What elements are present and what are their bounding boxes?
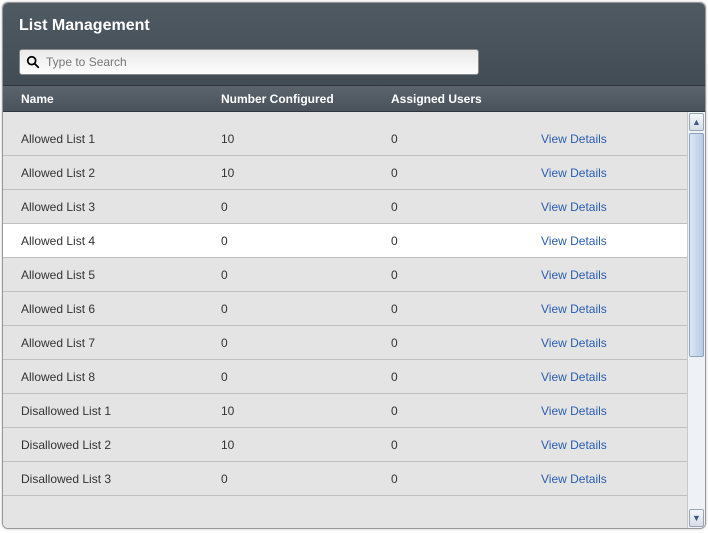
cell-name: Disallowed List 3	[21, 472, 221, 486]
view-details-link[interactable]: View Details	[541, 404, 607, 418]
view-details-link[interactable]: View Details	[541, 438, 607, 452]
cell-assigned-users: 0	[391, 438, 541, 452]
view-details-link[interactable]: View Details	[541, 302, 607, 316]
table-row[interactable]: Allowed List 700View Details	[3, 326, 687, 360]
table-row[interactable]: Disallowed List 300View Details	[3, 462, 687, 496]
cell-name: Allowed List 4	[21, 234, 221, 248]
view-details-link[interactable]: View Details	[541, 234, 607, 248]
cell-number-configured: 0	[221, 200, 391, 214]
cell-name: Allowed List 1	[21, 132, 221, 146]
cell-assigned-users: 0	[391, 200, 541, 214]
cell-assigned-users: 0	[391, 302, 541, 316]
table-row[interactable]: Allowed List 2100View Details	[3, 156, 687, 190]
cell-number-configured: 0	[221, 370, 391, 384]
cell-number-configured: 0	[221, 336, 391, 350]
table-row[interactable]: Allowed List 600View Details	[3, 292, 687, 326]
cell-number-configured: 0	[221, 234, 391, 248]
cell-assigned-users: 0	[391, 404, 541, 418]
cell-number-configured: 0	[221, 268, 391, 282]
cell-name: Allowed List 2	[21, 166, 221, 180]
cell-assigned-users: 0	[391, 166, 541, 180]
view-details-link[interactable]: View Details	[541, 268, 607, 282]
view-details-link[interactable]: View Details	[541, 166, 607, 180]
table-row[interactable]: Allowed List 300View Details	[3, 190, 687, 224]
search-icon	[26, 55, 40, 69]
list-management-panel: List Management Name Number Configured A…	[2, 2, 706, 529]
cell-assigned-users: 0	[391, 336, 541, 350]
search-input[interactable]	[40, 55, 472, 69]
scroll-thumb[interactable]	[689, 133, 704, 357]
view-details-link[interactable]: View Details	[541, 472, 607, 486]
cell-assigned-users: 0	[391, 234, 541, 248]
cell-number-configured: 10	[221, 132, 391, 146]
cell-name: Allowed List 5	[21, 268, 221, 282]
view-details-link[interactable]: View Details	[541, 370, 607, 384]
cell-number-configured: 10	[221, 404, 391, 418]
view-details-link[interactable]: View Details	[541, 132, 607, 146]
cell-assigned-users: 0	[391, 268, 541, 282]
col-header-number-configured[interactable]: Number Configured	[221, 92, 391, 106]
scrollbar[interactable]: ▲ ▼	[687, 112, 705, 528]
table-row[interactable]: Allowed List 1100View Details	[3, 122, 687, 156]
table-row[interactable]: Disallowed List 1100View Details	[3, 394, 687, 428]
col-header-assigned-users[interactable]: Assigned Users	[391, 92, 541, 106]
cell-number-configured: 0	[221, 302, 391, 316]
cell-name: Allowed List 6	[21, 302, 221, 316]
view-details-link[interactable]: View Details	[541, 200, 607, 214]
cell-assigned-users: 0	[391, 370, 541, 384]
table-row[interactable]: Allowed List 800View Details	[3, 360, 687, 394]
cell-name: Disallowed List 1	[21, 404, 221, 418]
cell-name: Allowed List 3	[21, 200, 221, 214]
scroll-track[interactable]	[689, 133, 704, 507]
view-details-link[interactable]: View Details	[541, 336, 607, 350]
scroll-down-button[interactable]: ▼	[689, 509, 704, 527]
page-title: List Management	[19, 17, 689, 35]
table-row[interactable]: Allowed List 500View Details	[3, 258, 687, 292]
scroll-up-button[interactable]: ▲	[689, 113, 704, 131]
cell-number-configured: 0	[221, 472, 391, 486]
table-rows: Allowed List 1100View DetailsAllowed Lis…	[3, 112, 687, 528]
table-row[interactable]: Allowed List 400View Details	[3, 224, 687, 258]
cell-assigned-users: 0	[391, 472, 541, 486]
cell-name: Disallowed List 2	[21, 438, 221, 452]
panel-header: List Management	[3, 3, 705, 86]
table-header: Name Number Configured Assigned Users	[3, 86, 705, 112]
table-body-area: Allowed List 1100View DetailsAllowed Lis…	[3, 112, 705, 528]
cell-number-configured: 10	[221, 438, 391, 452]
search-box[interactable]	[19, 49, 479, 75]
cell-name: Allowed List 8	[21, 370, 221, 384]
col-header-name[interactable]: Name	[21, 92, 221, 106]
cell-assigned-users: 0	[391, 132, 541, 146]
cell-name: Allowed List 7	[21, 336, 221, 350]
cell-number-configured: 10	[221, 166, 391, 180]
table-row[interactable]: Disallowed List 2100View Details	[3, 428, 687, 462]
